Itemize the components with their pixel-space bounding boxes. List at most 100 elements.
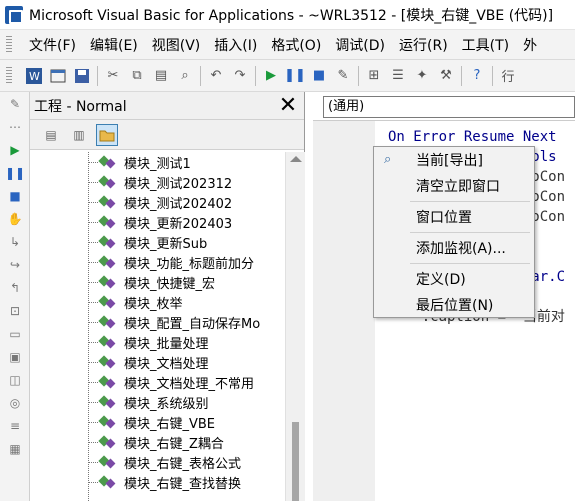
project-explorer-icon[interactable]: ⊞ bbox=[363, 65, 385, 87]
tree-module-item[interactable]: 模块_右键_Z耦合 bbox=[30, 432, 285, 452]
context-menu-item-last-position[interactable]: 最后位置(N) bbox=[374, 292, 534, 318]
toggle-breakpoint-icon[interactable]: ⊡ bbox=[0, 299, 30, 322]
module-icon bbox=[98, 374, 118, 390]
properties-icon[interactable]: ☰ bbox=[387, 65, 409, 87]
vba-app-icon bbox=[5, 5, 23, 24]
tree-module-item[interactable]: 模块_系统级别 bbox=[30, 392, 285, 412]
view-code-icon[interactable]: ▤ bbox=[40, 124, 62, 146]
tree-module-item[interactable]: 模块_文档处理 bbox=[30, 352, 285, 372]
menu-format[interactable]: 格式(O) bbox=[264, 35, 328, 55]
project-explorer-toolbar: ▤ ▥ bbox=[30, 120, 304, 150]
code-line[interactable]: On Error Resume Next bbox=[388, 127, 565, 147]
tree-module-item[interactable]: 模块_测试1 bbox=[30, 152, 285, 172]
undo-icon[interactable]: ↶ bbox=[205, 65, 227, 87]
paste-icon[interactable]: ▤ bbox=[150, 65, 172, 87]
menu-file[interactable]: 文件(F) bbox=[22, 35, 83, 55]
tree-module-item[interactable]: 模块_更新202403 bbox=[30, 212, 285, 232]
pause-icon[interactable]: ❚❚ bbox=[284, 65, 306, 87]
module-label: 模块_枚举 bbox=[124, 296, 183, 312]
scrollbar-thumb[interactable] bbox=[292, 422, 299, 501]
module-icon bbox=[98, 414, 118, 430]
object-browser-icon[interactable]: ✦ bbox=[411, 65, 433, 87]
menu-bar: 文件(F) 编辑(E) 视图(V) 插入(I) 格式(O) 调试(D) 运行(R… bbox=[0, 30, 575, 60]
menu-insert[interactable]: 插入(I) bbox=[207, 35, 264, 55]
close-icon[interactable]: ✕ bbox=[276, 93, 300, 118]
locals-window-icon[interactable]: ▭ bbox=[0, 322, 30, 345]
tree-module-item[interactable]: 模块_右键_VBE bbox=[30, 412, 285, 432]
context-menu-item-label: 窗口位置 bbox=[416, 210, 472, 226]
module-icon bbox=[98, 214, 118, 230]
context-menu-item-clear-immediate[interactable]: 清空立即窗口 bbox=[374, 173, 534, 199]
insert-userform-icon[interactable] bbox=[47, 65, 69, 87]
step-over-icon[interactable]: ↪ bbox=[0, 253, 30, 276]
module-label: 模块_右键_VBE bbox=[124, 416, 216, 432]
context-menu-item-window-position[interactable]: 窗口位置 bbox=[374, 204, 534, 230]
tree-module-item[interactable]: 模块_更新Sub bbox=[30, 232, 285, 252]
menu-run[interactable]: 运行(R) bbox=[392, 35, 455, 55]
project-tree: 模块_测试1 模块_测试202312 模块_测试202402 模块_更新202403 模… bbox=[30, 152, 285, 501]
stop-icon[interactable]: ■ bbox=[0, 184, 30, 207]
view-object-icon[interactable]: ▥ bbox=[68, 124, 90, 146]
toggle-folders-icon[interactable] bbox=[96, 123, 118, 146]
help-icon[interactable]: ? bbox=[466, 65, 488, 87]
menu-addins[interactable]: 外 bbox=[516, 35, 544, 55]
comment-icon[interactable]: ▦ bbox=[0, 437, 30, 460]
tree-module-item[interactable]: 模块_文档处理_不常用 bbox=[30, 372, 285, 392]
pause-icon[interactable]: ❚❚ bbox=[0, 161, 30, 184]
copy-icon[interactable]: ⧉ bbox=[126, 65, 148, 87]
redo-icon[interactable]: ↷ bbox=[229, 65, 251, 87]
tree-module-item[interactable]: 模块_枚举 bbox=[30, 292, 285, 312]
tree-module-item[interactable]: 模块_功能_标题前加分 bbox=[30, 252, 285, 272]
module-icon bbox=[98, 334, 118, 350]
tree-module-item[interactable]: 模块_测试202312 bbox=[30, 172, 285, 192]
tree-module-item[interactable]: 模块_测试202402 bbox=[30, 192, 285, 212]
save-icon[interactable] bbox=[71, 65, 93, 87]
hand-icon[interactable]: ✋ bbox=[0, 207, 30, 230]
watch-window-icon[interactable]: ◫ bbox=[0, 368, 30, 391]
object-combo[interactable]: (通用) bbox=[323, 96, 575, 118]
call-stack-icon[interactable]: ≡ bbox=[0, 414, 30, 437]
toolbar-grip-icon[interactable] bbox=[6, 66, 12, 85]
context-menu-item-export[interactable]: ⌕ 当前[导出] bbox=[374, 147, 534, 173]
design-mode-icon[interactable]: ✎ bbox=[332, 65, 354, 87]
step-into-icon[interactable]: ↳ bbox=[0, 230, 30, 253]
context-menu-item-definition[interactable]: 定义(D) bbox=[374, 266, 534, 292]
menu-view[interactable]: 视图(V) bbox=[145, 35, 208, 55]
tree-module-item[interactable]: 模块_右键_查找替换 bbox=[30, 472, 285, 492]
tree-module-item[interactable]: 模块_右键_表格公式 bbox=[30, 452, 285, 472]
code-margin-bar[interactable] bbox=[313, 121, 375, 501]
toolbox-icon[interactable]: ⚒ bbox=[435, 65, 457, 87]
toolbar-separator bbox=[97, 65, 98, 86]
menu-tools[interactable]: 工具(T) bbox=[455, 35, 516, 55]
tree-module-item[interactable]: 模块_快捷键_宏 bbox=[30, 272, 285, 292]
project-tree-scrollbar[interactable] bbox=[285, 152, 305, 501]
step-out-icon[interactable]: ↰ bbox=[0, 276, 30, 299]
module-label: 模块_文档处理 bbox=[124, 356, 209, 372]
word-icon[interactable]: W bbox=[23, 65, 45, 87]
title-bar: Microsoft Visual Basic for Applications … bbox=[0, 0, 575, 30]
menu-edit[interactable]: 编辑(E) bbox=[83, 35, 145, 55]
find-icon[interactable]: ⌕ bbox=[174, 65, 196, 87]
menubar-grip-icon[interactable] bbox=[6, 35, 12, 54]
module-icon bbox=[98, 234, 118, 250]
module-label: 模块_右键_查找替换 bbox=[124, 476, 242, 492]
run-icon[interactable]: ▶ bbox=[0, 138, 30, 161]
quick-watch-icon[interactable]: ◎ bbox=[0, 391, 30, 414]
context-menu-item-add-watch[interactable]: 添加监视(A)... bbox=[374, 235, 534, 261]
tree-module-item[interactable]: 模块_配置_自动保存Mo bbox=[30, 312, 285, 332]
context-menu-item-label: 当前[导出] bbox=[416, 153, 483, 169]
module-icon bbox=[98, 254, 118, 270]
menu-debug[interactable]: 调试(D) bbox=[328, 35, 392, 55]
reset-icon[interactable]: ■ bbox=[308, 65, 330, 87]
toolbar-grip-icon[interactable]: ⋯ bbox=[0, 115, 30, 138]
module-icon bbox=[98, 394, 118, 410]
scroll-up-icon[interactable] bbox=[290, 156, 302, 162]
immediate-window-icon[interactable]: ▣ bbox=[0, 345, 30, 368]
run-icon[interactable]: ▶ bbox=[260, 65, 282, 87]
cut-icon[interactable]: ✂ bbox=[102, 65, 124, 87]
module-icon bbox=[98, 314, 118, 330]
module-label: 模块_测试202312 bbox=[124, 176, 233, 192]
tree-module-item[interactable]: 模块_批量处理 bbox=[30, 332, 285, 352]
module-label: 模块_右键_Z耦合 bbox=[124, 436, 224, 452]
design-icon[interactable]: ✎ bbox=[0, 92, 30, 115]
